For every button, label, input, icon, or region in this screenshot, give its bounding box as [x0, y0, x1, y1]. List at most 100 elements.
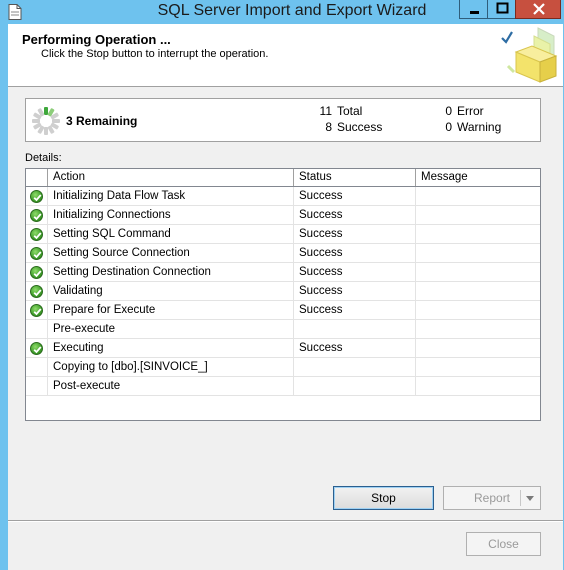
header-icon-column[interactable] [26, 169, 48, 186]
row-icon-cell [26, 377, 48, 396]
total-label: Total [337, 104, 363, 118]
success-icon [30, 209, 43, 222]
row-message [416, 358, 540, 377]
row-icon-cell [26, 263, 48, 282]
row-icon-cell [26, 358, 48, 377]
row-status [294, 358, 416, 377]
success-icon [30, 342, 43, 355]
table-row[interactable]: Setting SQL Command Success [26, 225, 540, 244]
row-icon-cell [26, 320, 48, 339]
row-icon-cell [26, 225, 48, 244]
row-action: Executing [48, 339, 294, 358]
table-row[interactable]: Copying to [dbo].[SINVOICE_] [26, 358, 540, 377]
total-count: 11 [319, 104, 332, 118]
row-status: Success [294, 301, 416, 320]
warning-label: Warning [457, 120, 502, 134]
row-icon-cell [26, 187, 48, 206]
row-icon-cell [26, 282, 48, 301]
table-row[interactable]: Initializing Data Flow Task Success [26, 187, 540, 206]
chevron-down-icon [526, 496, 534, 501]
title-bar[interactable]: SQL Server Import and Export Wizard [0, 0, 564, 24]
table-row[interactable]: Post-execute [26, 377, 540, 396]
error-count: 0 [445, 104, 452, 118]
warning-count: 0 [445, 120, 452, 134]
report-split-divider [520, 490, 521, 506]
minimize-icon [470, 11, 479, 14]
table-row[interactable]: Validating Success [26, 282, 540, 301]
row-message [416, 282, 540, 301]
row-action: Post-execute [48, 377, 294, 396]
row-message [416, 339, 540, 358]
row-action: Pre-execute [48, 320, 294, 339]
wizard-window: SQL Server Import and Export Wizard Perf… [0, 0, 564, 570]
row-status: Success [294, 263, 416, 282]
stop-button[interactable]: Stop [333, 486, 434, 510]
warning-stat: 0 Warning [436, 120, 501, 134]
row-action: Setting Destination Connection [48, 263, 294, 282]
progress-summary: 3 Remaining 11 Total 8 Success 0 Error 0 War… [25, 98, 541, 142]
success-label: Success [337, 120, 383, 134]
row-message [416, 320, 540, 339]
page-subtitle: Click the Stop button to interrupt the o… [41, 48, 269, 60]
table-row[interactable]: Setting Source Connection Success [26, 244, 540, 263]
row-status: Success [294, 282, 416, 301]
row-message [416, 225, 540, 244]
report-button-label: Report [474, 491, 511, 505]
close-icon [533, 3, 545, 15]
success-icon [30, 228, 43, 241]
success-stat: 8 Success [316, 120, 382, 134]
success-icon [30, 190, 43, 203]
close-button[interactable]: Close [466, 532, 541, 556]
table-row[interactable]: Pre-execute [26, 320, 540, 339]
row-status: Success [294, 187, 416, 206]
row-action: Prepare for Execute [48, 301, 294, 320]
header-message[interactable]: Message [416, 169, 540, 186]
success-icon [30, 247, 43, 260]
error-stat: 0 Error [436, 104, 484, 118]
row-status: Success [294, 225, 416, 244]
row-icon-cell [26, 301, 48, 320]
row-icon-cell [26, 244, 48, 263]
success-icon [30, 266, 43, 279]
remaining-label: 3 Remaining [66, 114, 138, 128]
minimize-button[interactable] [459, 0, 488, 19]
wizard-graphic-icon [501, 27, 558, 83]
row-status [294, 320, 416, 339]
table-row[interactable]: Executing Success [26, 339, 540, 358]
row-status: Success [294, 244, 416, 263]
row-status [294, 377, 416, 396]
maximize-button[interactable] [487, 0, 516, 19]
page-title: Performing Operation ... [22, 32, 171, 47]
row-action: Setting Source Connection [48, 244, 294, 263]
row-status: Success [294, 206, 416, 225]
row-message [416, 377, 540, 396]
close-window-button[interactable] [515, 0, 561, 19]
grid-header: Action Status Message [26, 169, 540, 187]
row-action: Validating [48, 282, 294, 301]
row-status: Success [294, 339, 416, 358]
row-action: Initializing Data Flow Task [48, 187, 294, 206]
table-row[interactable]: Prepare for Execute Success [26, 301, 540, 320]
header-action[interactable]: Action [48, 169, 294, 186]
success-icon [30, 304, 43, 317]
wizard-client-area: Performing Operation ... Click the Stop … [8, 24, 563, 570]
row-message [416, 263, 540, 282]
table-row[interactable]: Setting Destination Connection Success [26, 263, 540, 282]
footer-divider [8, 520, 563, 522]
success-count: 8 [325, 120, 332, 134]
row-icon-cell [26, 339, 48, 358]
row-message [416, 187, 540, 206]
header-status[interactable]: Status [294, 169, 416, 186]
row-action: Copying to [dbo].[SINVOICE_] [48, 358, 294, 377]
details-grid[interactable]: Action Status Message Initializing Data … [25, 168, 541, 421]
error-label: Error [457, 104, 484, 118]
wizard-header: Performing Operation ... Click the Stop … [8, 24, 563, 87]
maximize-icon [496, 2, 509, 14]
total-stat: 11 Total [316, 104, 363, 118]
report-button[interactable]: Report [443, 486, 541, 510]
row-message [416, 206, 540, 225]
row-icon-cell [26, 206, 48, 225]
success-icon [30, 285, 43, 298]
table-row[interactable]: Initializing Connections Success [26, 206, 540, 225]
row-action: Setting SQL Command [48, 225, 294, 244]
